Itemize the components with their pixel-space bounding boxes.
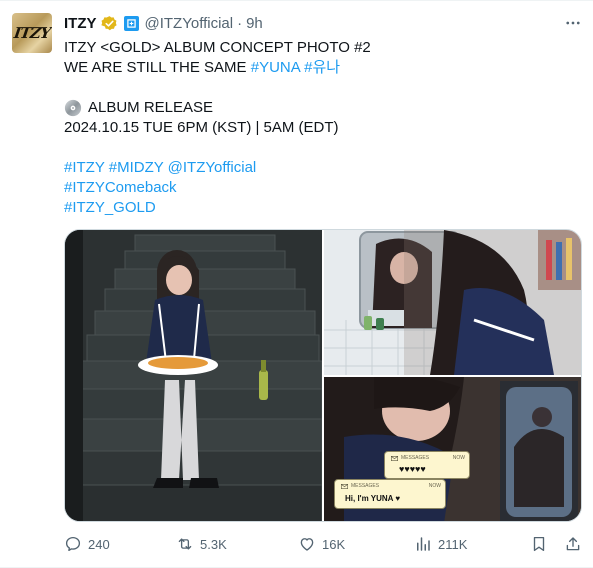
tweet-text-line-2: WE ARE STILL THE SAME #YUNA #유나 xyxy=(64,58,340,78)
reply-count: 240 xyxy=(88,536,110,552)
share-icon xyxy=(566,537,580,551)
message-card-2-time: NOW xyxy=(428,483,441,489)
hashtag-yuna-korean[interactable]: #유나 xyxy=(304,59,340,76)
hashtag-itzy-gold[interactable]: #ITZY_GOLD xyxy=(64,198,156,218)
message-card-1-header: MESSAGES NOW xyxy=(391,455,465,461)
avatar-logo: ITZY xyxy=(12,24,52,42)
repost-count: 5.3K xyxy=(200,536,227,552)
tweet-text-line-1: ITZY <GOLD> ALBUM CONCEPT PHOTO #2 xyxy=(64,39,371,56)
disc-icon xyxy=(64,99,82,117)
message-card-2-label: MESSAGES xyxy=(351,483,380,489)
tweet-text: WE ARE STILL THE SAME xyxy=(64,59,247,76)
tweet[interactable]: ITZY ITZY @ITZYofficial · 9h ITZY <GOLD>… xyxy=(0,0,593,568)
share-button[interactable] xyxy=(564,534,582,554)
photo-mirror[interactable] xyxy=(324,230,581,375)
hashtag-midzy[interactable]: #MIDZY xyxy=(109,159,164,176)
tweet-header: ITZY @ITZYofficial · 9h xyxy=(64,13,263,33)
hashtag-itzycomeback[interactable]: #ITZYComeback xyxy=(64,178,177,198)
message-card-2-text: Hi, I'm YUNA ♥ xyxy=(345,494,401,503)
author-handle[interactable]: @ITZYofficial xyxy=(145,15,234,32)
verified-gold-icon[interactable] xyxy=(100,15,118,32)
bookmark-icon xyxy=(533,536,545,552)
photo-selfie[interactable]: MESSAGES NOW ♥♥♥♥♥ MESSAGES NOW Hi, I'm … xyxy=(324,377,581,521)
action-bar: 240 5.3K 16K 211K xyxy=(64,534,584,554)
release-label: ALBUM RELEASE xyxy=(88,99,214,116)
message-card-1: MESSAGES NOW ♥♥♥♥♥ xyxy=(384,451,470,479)
repost-button[interactable]: 5.3K xyxy=(176,534,227,554)
hashtag-itzy[interactable]: #ITZY xyxy=(64,159,105,176)
like-icon xyxy=(300,538,314,551)
envelope-icon xyxy=(391,455,398,461)
repost-icon xyxy=(178,538,192,550)
hashtag-yuna[interactable]: #YUNA xyxy=(251,59,300,76)
release-date: 2024.10.15 TUE 6PM (KST) | 5AM (EDT) xyxy=(64,119,339,136)
message-card-1-time: NOW xyxy=(452,455,465,461)
photo-stairs[interactable] xyxy=(65,230,322,521)
views-count: 211K xyxy=(438,536,468,552)
message-card-2: MESSAGES NOW Hi, I'm YUNA ♥ xyxy=(334,479,446,509)
mirror-photo-art xyxy=(324,230,581,375)
separator-dot: · xyxy=(237,14,243,32)
timestamp[interactable]: 9h xyxy=(246,15,263,32)
message-card-1-label: MESSAGES xyxy=(401,455,430,461)
reply-icon xyxy=(65,536,81,552)
mention-itzyofficial[interactable]: @ITZYofficial xyxy=(168,159,257,176)
avatar[interactable]: ITZY xyxy=(12,13,52,53)
envelope-icon xyxy=(341,483,348,489)
views-icon xyxy=(417,537,430,551)
like-button[interactable]: 16K xyxy=(298,534,345,554)
author-name[interactable]: ITZY xyxy=(64,15,97,32)
reply-button[interactable]: 240 xyxy=(64,534,110,554)
release-line: ALBUM RELEASE xyxy=(64,98,213,118)
bookmark-button[interactable] xyxy=(530,534,548,554)
message-card-2-header: MESSAGES NOW xyxy=(341,483,441,489)
hashtags-row: #ITZY #MIDZY @ITZYofficial xyxy=(64,158,256,178)
views-button[interactable]: 211K xyxy=(414,534,467,554)
more-icon[interactable] xyxy=(563,13,583,33)
affiliate-badge-icon[interactable] xyxy=(123,15,139,31)
like-count: 16K xyxy=(322,536,346,552)
message-card-1-text: ♥♥♥♥♥ xyxy=(399,464,426,474)
media-grid: MESSAGES NOW ♥♥♥♥♥ MESSAGES NOW Hi, I'm … xyxy=(64,229,582,522)
stairs-photo-art xyxy=(65,230,322,521)
